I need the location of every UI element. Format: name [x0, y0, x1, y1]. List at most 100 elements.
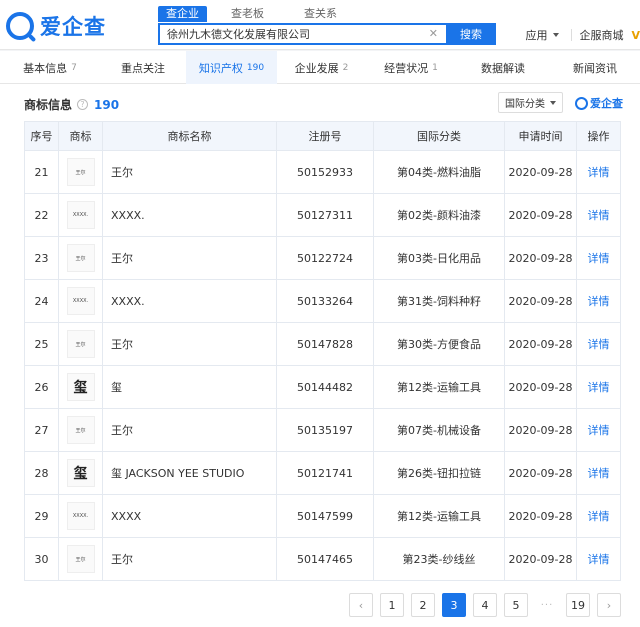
details-link[interactable]: 详情: [588, 338, 610, 351]
cell-action: 详情: [576, 279, 621, 323]
enterprise-mall-link[interactable]: 企服商城: [579, 27, 623, 43]
details-link[interactable]: 详情: [588, 252, 610, 265]
help-icon[interactable]: ?: [77, 99, 89, 110]
cell-registration-number: 50144482: [276, 365, 374, 409]
tab-label: 经营状况: [384, 61, 429, 75]
cell-index: 29: [24, 494, 59, 538]
trademark-thumbnail[interactable]: XXXX.: [66, 287, 95, 315]
details-link[interactable]: 详情: [588, 553, 610, 566]
cell-trademark-image: XXXX.: [58, 193, 103, 237]
cell-international-class: 第30类-方便食品: [373, 322, 505, 366]
tab-search-relation[interactable]: 查关系: [296, 6, 345, 22]
trademark-thumbnail[interactable]: 王尔: [66, 244, 95, 272]
app-menu[interactable]: 应用: [525, 27, 560, 43]
cell-apply-date: 2020-09-28: [504, 408, 577, 452]
cell-international-class: 第26类-钮扣拉链: [373, 451, 505, 495]
class-filter-dropdown[interactable]: 国际分类: [498, 92, 563, 113]
clear-icon[interactable]: ✕: [429, 27, 438, 40]
trademark-thumbnail[interactable]: 玺: [66, 373, 95, 401]
search-button[interactable]: 搜索: [446, 23, 496, 45]
cell-apply-date: 2020-09-28: [504, 451, 577, 495]
cell-index: 27: [24, 408, 59, 452]
details-link[interactable]: 详情: [588, 295, 610, 308]
table-header-row: 序号 商标 商标名称 注册号 国际分类 申请时间 操作: [24, 121, 621, 151]
column-header: 申请时间: [504, 121, 577, 151]
cell-apply-date: 2020-09-28: [504, 193, 577, 237]
column-header: 注册号: [276, 121, 374, 151]
trademark-thumbnail[interactable]: 王尔: [66, 416, 95, 444]
tab-basic-info[interactable]: 基本信息 7: [0, 51, 100, 84]
trademark-thumbnail[interactable]: 王尔: [66, 158, 95, 186]
cell-action: 详情: [576, 365, 621, 409]
next-page-button[interactable]: ›: [597, 593, 621, 617]
filter-label: 国际分类: [505, 99, 545, 110]
cell-registration-number: 50147828: [276, 322, 374, 366]
details-link[interactable]: 详情: [588, 467, 610, 480]
vip-icon[interactable]: V: [631, 29, 640, 42]
search-type-tabs: 查企业 查老板 查关系: [158, 6, 369, 22]
details-link[interactable]: 详情: [588, 510, 610, 523]
tab-intellectual-property[interactable]: 知识产权 190: [186, 51, 277, 84]
cell-apply-date: 2020-09-28: [504, 494, 577, 538]
trademark-thumbnail[interactable]: XXXX.: [66, 502, 95, 530]
cell-trademark-name: 玺 JACKSON YEE STUDIO: [102, 451, 277, 495]
tab-search-company[interactable]: 查企业: [158, 6, 207, 22]
app-menu-label: 应用: [525, 29, 548, 42]
page-button[interactable]: 1: [380, 593, 404, 617]
cell-registration-number: 50152933: [276, 150, 374, 194]
cell-international-class: 第02类-颜料油漆: [373, 193, 505, 237]
tab-news[interactable]: 新闻资讯: [550, 51, 640, 84]
cell-trademark-image: 王尔: [58, 408, 103, 452]
page-button-current[interactable]: 3: [442, 593, 466, 617]
column-header: 操作: [576, 121, 621, 151]
cell-registration-number: 50127311: [276, 193, 374, 237]
trademark-thumbnail[interactable]: 王尔: [66, 545, 95, 573]
details-link[interactable]: 详情: [588, 209, 610, 222]
tab-search-boss[interactable]: 查老板: [223, 6, 272, 22]
magnifier-logo-icon: [6, 12, 34, 40]
tab-key-focus[interactable]: 重点关注: [100, 51, 186, 84]
prev-page-button[interactable]: ‹: [349, 593, 373, 617]
tab-count: 2: [342, 62, 349, 73]
page-button[interactable]: 5: [504, 593, 528, 617]
table-row: 26 玺玺 50144482 第12类-运输工具 2020-09-28 详情: [24, 365, 621, 409]
header-right-menu: 应用 企服商城 V: [525, 27, 640, 43]
details-link[interactable]: 详情: [588, 381, 610, 394]
tab-label: 数据解读: [481, 61, 525, 75]
last-page-button[interactable]: 19: [566, 593, 590, 617]
tab-operation-status[interactable]: 经营状况 1: [366, 51, 456, 84]
trademark-thumbnail[interactable]: XXXX.: [66, 201, 95, 229]
cell-apply-date: 2020-09-28: [504, 365, 577, 409]
cell-index: 25: [24, 322, 59, 366]
cell-index: 30: [24, 537, 59, 581]
page-button[interactable]: 4: [473, 593, 497, 617]
details-link[interactable]: 详情: [588, 424, 610, 437]
search-input[interactable]: [160, 25, 422, 43]
cell-apply-date: 2020-09-28: [504, 279, 577, 323]
cell-trademark-image: 王尔: [58, 537, 103, 581]
details-link[interactable]: 详情: [588, 166, 610, 179]
tab-development[interactable]: 企业发展 2: [277, 51, 366, 84]
cell-trademark-image: 王尔: [58, 236, 103, 280]
tab-label: 企业发展: [294, 61, 339, 75]
tab-label: 新闻资讯: [573, 61, 617, 75]
page-button[interactable]: 2: [411, 593, 435, 617]
cell-action: 详情: [576, 494, 621, 538]
cell-apply-date: 2020-09-28: [504, 236, 577, 280]
table-row: 24 XXXX. XXXX. 50133264 第31类-饲料种籽 2020-09-28 详…: [24, 279, 621, 323]
cell-registration-number: 50122724: [276, 236, 374, 280]
brand-logo[interactable]: 爱企查: [6, 11, 106, 41]
cell-index: 28: [24, 451, 59, 495]
cell-international-class: 第31类-饲料种籽: [373, 279, 505, 323]
cell-trademark-image: 玺: [58, 451, 103, 495]
cell-index: 26: [24, 365, 59, 409]
trademark-thumbnail[interactable]: 玺: [66, 459, 95, 487]
magnifier-logo-icon: [575, 96, 588, 110]
cell-action: 详情: [576, 537, 621, 581]
tab-data-insight[interactable]: 数据解读: [456, 51, 550, 84]
cell-trademark-image: 王尔: [58, 150, 103, 194]
cell-international-class: 第12类-运输工具: [373, 365, 505, 409]
cell-action: 详情: [576, 322, 621, 366]
section-header: 商标信息 ? 190: [24, 96, 119, 113]
trademark-thumbnail[interactable]: 王尔: [66, 330, 95, 358]
